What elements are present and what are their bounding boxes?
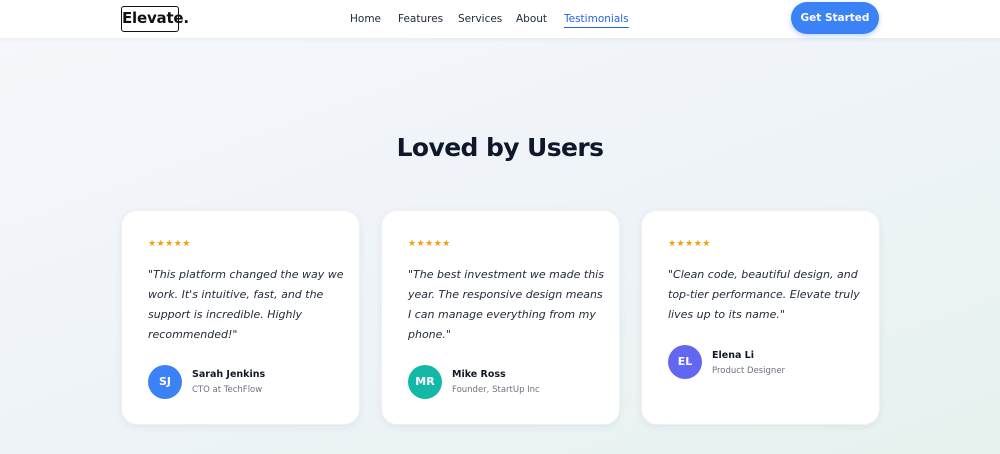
testimonial-card: ★★★★★ "Clean code, beautiful design, and… bbox=[641, 210, 880, 425]
avatar: EL bbox=[668, 345, 702, 379]
nav-link-features[interactable]: Features bbox=[398, 12, 443, 26]
author-name: Mike Ross bbox=[452, 369, 506, 380]
nav-link-about[interactable]: About bbox=[516, 12, 547, 26]
rating-stars: ★★★★★ bbox=[668, 239, 711, 249]
testimonial-quote: "Clean code, beautiful design, and top-t… bbox=[668, 268, 860, 321]
author-name: Sarah Jenkins bbox=[192, 369, 266, 380]
rating-stars: ★★★★★ bbox=[408, 239, 451, 249]
testimonial-card: ★★★★★ "The best investment we made this … bbox=[381, 210, 620, 425]
testimonial-quote: "This platform changed the way we work. … bbox=[148, 268, 344, 341]
nav-link-home[interactable]: Home bbox=[350, 12, 381, 26]
avatar: SJ bbox=[148, 365, 182, 399]
author-role: CTO at TechFlow bbox=[192, 385, 263, 395]
section-title: Loved by Users bbox=[396, 133, 604, 162]
author-name: Elena Li bbox=[712, 350, 754, 361]
nav-link-testimonials[interactable]: Testimonials bbox=[564, 12, 629, 28]
author-role: Founder, StartUp Inc bbox=[452, 385, 540, 395]
testimonial-card: ★★★★★ "This platform changed the way we … bbox=[121, 210, 360, 425]
author-role: Product Designer bbox=[712, 366, 786, 376]
testimonial-quote: "The best investment we made this year. … bbox=[408, 268, 604, 341]
site-header: Elevate. Home Features Services About Te… bbox=[0, 0, 1000, 38]
get-started-button[interactable]: Get Started bbox=[791, 2, 879, 34]
rating-stars: ★★★★★ bbox=[148, 239, 191, 249]
nav-link-services[interactable]: Services bbox=[458, 12, 502, 26]
avatar: MR bbox=[408, 365, 442, 399]
